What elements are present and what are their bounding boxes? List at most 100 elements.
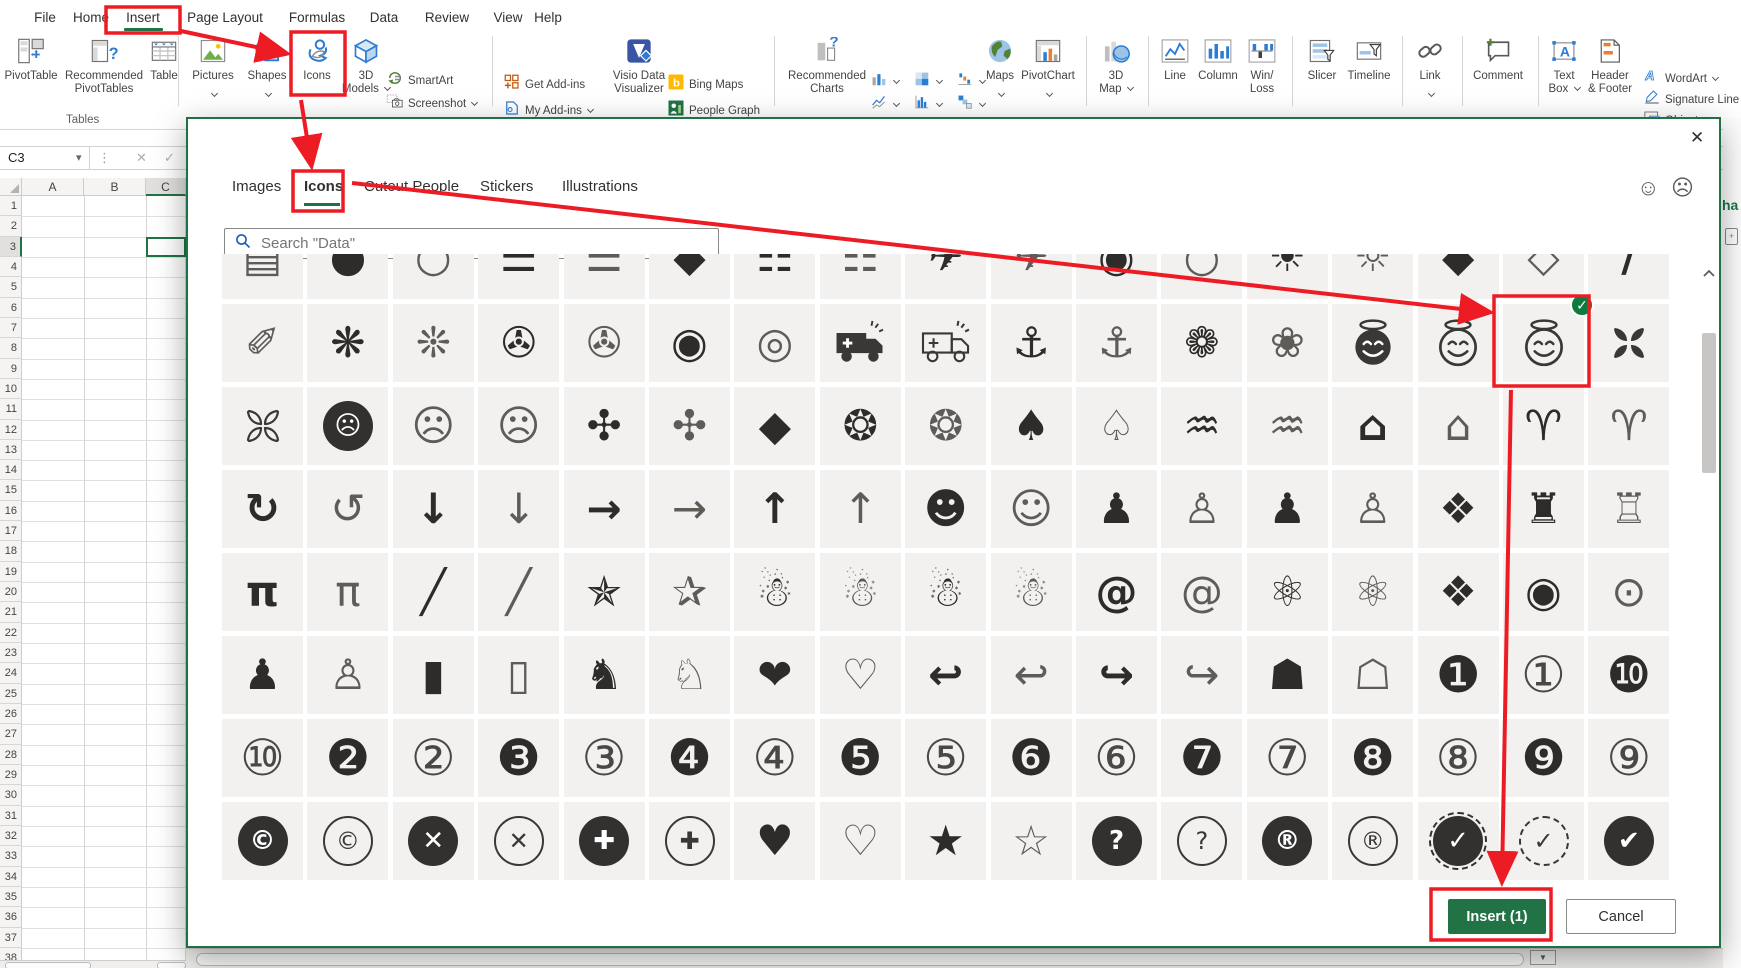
row-header-14[interactable]: 14 xyxy=(0,460,22,480)
tab-formulas[interactable]: Formulas xyxy=(287,6,347,30)
ribbon-button-maps[interactable]: Maps xyxy=(979,35,1021,103)
dialog-tab-cutout-people[interactable]: Cutout People xyxy=(364,178,459,195)
row-header-21[interactable]: 21 xyxy=(0,602,22,622)
icon-cell-atom-filled[interactable]: ⚛ xyxy=(1247,553,1328,631)
ribbon-button-signature-line[interactable]: Signature Line xyxy=(1643,88,1739,111)
cancel-button[interactable]: Cancel xyxy=(1566,899,1676,934)
icon-cell-badge-8-filled[interactable]: ❽ xyxy=(1332,719,1413,797)
scroll-up-icon[interactable] xyxy=(1703,269,1713,279)
row-header-26[interactable]: 26 xyxy=(0,704,22,724)
ribbon-button-line-chart-mini[interactable] xyxy=(871,94,899,113)
sidebar-icon-fragment[interactable]: + xyxy=(1725,228,1738,245)
row-header-29[interactable]: 29 xyxy=(0,765,22,785)
icon-cell-badge-8-outline[interactable]: ⑧ xyxy=(1418,719,1499,797)
ribbon-button-recommended-pivottables[interactable]: ?RecommendedPivotTables xyxy=(58,35,150,96)
row-header-12[interactable]: 12 xyxy=(0,420,22,440)
icon-cell-forward-arrow-outline[interactable]: ↪ xyxy=(1161,636,1242,714)
icon-cell-ant-filled[interactable]: ✣ xyxy=(564,387,645,465)
icon-cell-badge-4-filled[interactable]: ❹ xyxy=(649,719,730,797)
icon-cell-bridge-filled[interactable]: ☰ xyxy=(478,254,559,299)
ribbon-button-sparkline-line[interactable]: Line xyxy=(1154,35,1196,83)
row-header-11[interactable]: 11 xyxy=(0,399,22,419)
feedback-sad-icon[interactable]: ☹ xyxy=(1671,175,1694,201)
icon-cell-artist-2-outline[interactable]: ♙ xyxy=(1332,470,1413,548)
icon-cell-arrow-down-outline[interactable]: ↓ xyxy=(478,470,559,548)
icon-cell-back-arrow-filled[interactable]: ↩ xyxy=(905,636,986,714)
icon-cell-back-arrow-outline[interactable]: ↩ xyxy=(991,636,1072,714)
icon-cell-artist-outline[interactable]: ♙ xyxy=(1161,470,1242,548)
icon-cell-ai-head-outline[interactable]: ☺ xyxy=(991,470,1072,548)
row-header-4[interactable]: 4 xyxy=(0,257,22,277)
ribbon-button-3d-map[interactable]: 3DMap xyxy=(1093,35,1139,96)
icon-cell-crawling-baby-filled[interactable]: ♞ xyxy=(564,636,645,714)
icon-cell-heart-filled[interactable]: ♥ xyxy=(734,802,815,880)
row-header-31[interactable]: 31 xyxy=(0,806,22,826)
row-header-9[interactable]: 9 xyxy=(0,359,22,379)
icon-cell-yarn-ball-outline[interactable]: ❊ xyxy=(393,304,474,382)
icon-cell-copyright-filled[interactable]: © xyxy=(222,802,303,880)
tab-help[interactable]: Help xyxy=(531,6,565,30)
icon-cell-arrow-right-filled[interactable]: → xyxy=(564,470,645,548)
icon-cell-astronaut-filled[interactable]: ☃ xyxy=(905,553,986,631)
ribbon-button-win-loss[interactable]: Win/Loss xyxy=(1239,35,1285,96)
icon-cell-sun-person-filled[interactable]: ☀ xyxy=(1247,254,1328,299)
icon-cell-baby-bottle-filled[interactable]: ▮ xyxy=(393,636,474,714)
icon-cell-astronaut-woman-filled[interactable]: ☃ xyxy=(734,553,815,631)
icon-cell-arrow-up-outline[interactable]: ↑ xyxy=(820,470,901,548)
ribbon-button-table[interactable]: Table xyxy=(141,35,187,83)
column-header-C[interactable]: C xyxy=(146,178,186,196)
icon-cell-reward-badge-outline[interactable]: ✓ xyxy=(1503,802,1584,880)
icon-cell-heart-outline[interactable]: ♡ xyxy=(820,802,901,880)
icon-cell-reaching-person-outline[interactable]: ✰ xyxy=(649,553,730,631)
row-header-30[interactable]: 30 xyxy=(0,785,22,805)
row-header-20[interactable]: 20 xyxy=(0,582,22,602)
ribbon-button-pivottable[interactable]: PivotTable xyxy=(1,35,61,83)
icon-cell-antarctica-filled[interactable]: ◆ xyxy=(734,387,815,465)
ribbon-button-pivotchart[interactable]: PivotChart xyxy=(1016,35,1080,103)
icon-cell-anchor-filled[interactable]: ⚓ xyxy=(991,304,1072,382)
icon-cell-arrow-down-filled[interactable]: ↓ xyxy=(393,470,474,548)
sheet-tab-fragment[interactable] xyxy=(5,962,91,968)
icon-cell-question-outline[interactable]: ? xyxy=(1161,802,1242,880)
row-header-27[interactable]: 27 xyxy=(0,724,22,744)
icon-cell-registered-outline[interactable]: ® xyxy=(1332,802,1413,880)
icon-cell-aperture-filled[interactable]: ❂ xyxy=(820,387,901,465)
tab-data[interactable]: Data xyxy=(366,6,402,30)
ribbon-button-screenshot[interactable]: Screenshot xyxy=(386,92,477,115)
icon-cell-arrow-up-filled[interactable]: ↑ xyxy=(734,470,815,548)
icon-cell-star-outline[interactable]: ☆ xyxy=(991,802,1072,880)
row-header-33[interactable]: 33 xyxy=(0,846,22,866)
icon-cell-aquarius-filled[interactable]: ♒ xyxy=(1161,387,1242,465)
ribbon-button-sparkline-column[interactable]: Column xyxy=(1193,35,1243,83)
ribbon-button-icons[interactable]: Icons xyxy=(292,35,342,83)
icon-cell-arrows-cycle-outline[interactable]: ↺ xyxy=(307,470,388,548)
icon-cell-smiling-face-halo-selected[interactable] xyxy=(1503,304,1584,382)
icon-cell-artist-2-filled[interactable]: ♟ xyxy=(1247,470,1328,548)
corner-cell[interactable] xyxy=(0,178,22,196)
icon-cell-badge-2-filled[interactable]: ❷ xyxy=(307,719,388,797)
row-header-17[interactable]: 17 xyxy=(0,521,22,541)
ribbon-button-column-chart-mini[interactable] xyxy=(871,71,899,90)
tab-insert[interactable]: Insert xyxy=(118,6,168,30)
icon-cell-anemone-clownfish-filled[interactable]: ❁ xyxy=(1161,304,1242,382)
icon-cell-alien-outline[interactable]: ◇ xyxy=(1503,254,1584,299)
row-header-34[interactable]: 34 xyxy=(0,867,22,887)
row-header-15[interactable]: 15 xyxy=(0,480,22,500)
icon-cell-badge-7-filled[interactable]: ❼ xyxy=(1161,719,1242,797)
icon-cell-airplane-filled[interactable]: ✈ xyxy=(905,254,986,299)
row-header-7[interactable]: 7 xyxy=(0,318,22,338)
selected-cell-C3[interactable] xyxy=(146,237,186,257)
icon-cell-anger-symbol-filled[interactable] xyxy=(1588,304,1669,382)
row-header-25[interactable]: 25 xyxy=(0,684,22,704)
icon-cell-badge-1-filled[interactable]: ❶ xyxy=(1418,636,1499,714)
icon-cell-reward-badge-filled[interactable]: ✓ xyxy=(1418,802,1499,880)
icon-cell-baby-outline[interactable]: ♙ xyxy=(307,636,388,714)
icon-cell-smiling-face-halo-outline[interactable] xyxy=(1418,304,1499,382)
icon-cell-bridge-outline[interactable]: ☰ xyxy=(564,254,645,299)
icon-cell-baby-bottle-outline[interactable]: ▯ xyxy=(478,636,559,714)
tab-page-layout[interactable]: Page Layout xyxy=(185,6,265,30)
icon-cell-badge-9-outline[interactable]: ⑨ xyxy=(1588,719,1669,797)
icon-cell-mitten-outline[interactable]: ○ xyxy=(393,254,474,299)
feedback-happy-icon[interactable]: ☺ xyxy=(1637,175,1659,201)
icon-cell-arrows-cycle-filled[interactable]: ↻ xyxy=(222,470,303,548)
